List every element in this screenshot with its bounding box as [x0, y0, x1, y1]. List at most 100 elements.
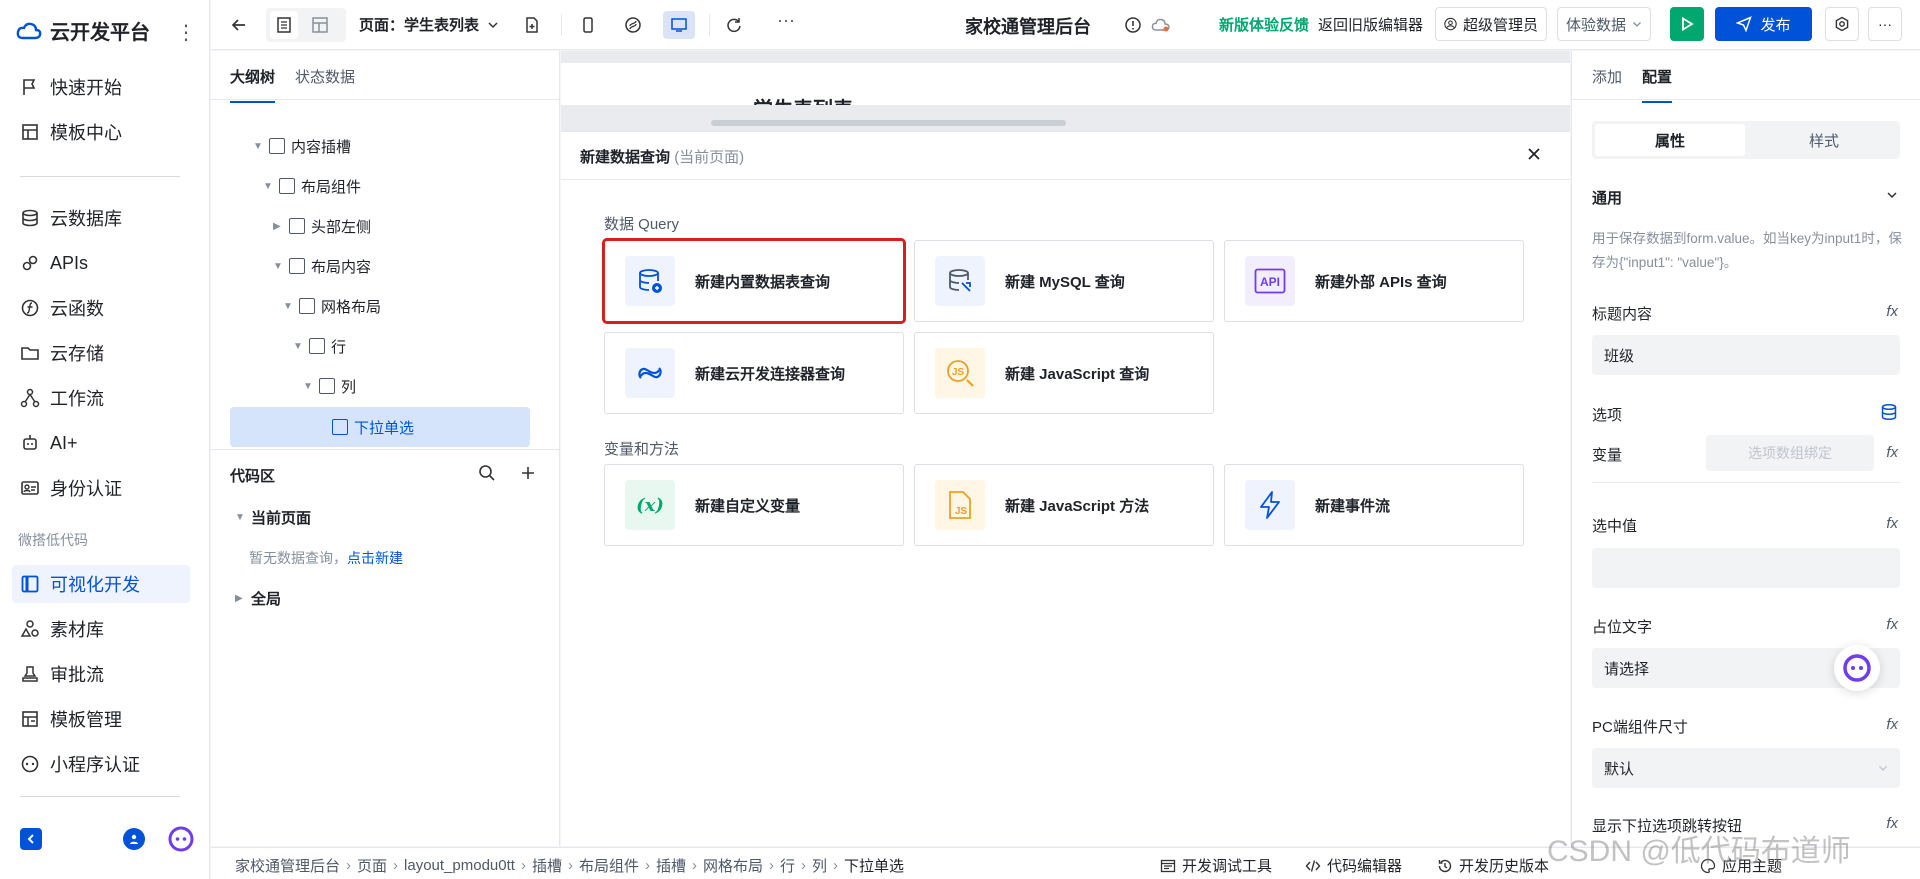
new-javascript-method-card[interactable]: JS 新建 JavaScript 方法 [914, 464, 1214, 546]
tree-node[interactable]: ▼ 列 [303, 371, 356, 401]
tree-node-selected[interactable]: 下拉单选 [230, 407, 530, 447]
svg-text:JS: JS [952, 367, 965, 378]
breadcrumb-item[interactable]: 插槽 [656, 855, 686, 876]
tree-node[interactable]: ▼ 内容插槽 [253, 131, 351, 161]
fx-icon[interactable]: fx [1886, 303, 1898, 320]
fx-icon[interactable]: fx [1886, 716, 1898, 733]
sidebar-item-assets[interactable]: 素材库 [12, 610, 190, 648]
tree-node[interactable]: ▼ 布局内容 [273, 251, 371, 281]
breadcrumb-item[interactable]: 列 [812, 855, 827, 876]
tree-node[interactable]: ▶ 头部左侧 [273, 211, 371, 241]
field-divider [1592, 482, 1900, 483]
search-icon[interactable] [478, 464, 496, 482]
breadcrumb-item[interactable]: 网格布局 [703, 855, 763, 876]
add-query-icon[interactable] [519, 464, 537, 482]
sidebar-item-approval[interactable]: 审批流 [12, 655, 190, 693]
new-page-icon[interactable] [518, 11, 546, 39]
tree-node[interactable]: ▼ 行 [293, 331, 346, 361]
breadcrumb-item[interactable]: 插槽 [532, 855, 562, 876]
section-variables-methods: 变量和方法 [604, 441, 680, 458]
new-connector-query-card[interactable]: 新建云开发连接器查询 [604, 332, 904, 414]
tab-config[interactable]: 配置 [1642, 66, 1673, 103]
sidebar-item-database[interactable]: 云数据库 [12, 199, 190, 237]
new-custom-variable-card[interactable]: (x) 新建自定义变量 [604, 464, 904, 546]
new-mysql-query-card[interactable]: 新建 MySQL 查询 [914, 240, 1214, 322]
fx-icon[interactable]: fx [1886, 815, 1898, 832]
sidebar-more-icon[interactable]: ⋮ [176, 20, 196, 45]
chevron-down-icon[interactable] [1886, 189, 1898, 201]
sidebar-item-miniprogram[interactable]: 小程序认证 [12, 745, 190, 783]
page-selector[interactable]: 页面：学生表列表 [359, 14, 499, 35]
panel-divider [211, 99, 560, 100]
collapse-sidebar-button[interactable] [20, 828, 42, 850]
breadcrumb-item[interactable]: layout_pmodu0tt [404, 857, 515, 874]
publish-button[interactable]: 发布 [1715, 7, 1812, 41]
desktop-preview-icon[interactable] [663, 11, 695, 39]
more-options-icon[interactable]: ··· [777, 10, 795, 31]
sidebar-item-functions[interactable]: 云函数 [12, 289, 190, 327]
global-group[interactable]: ▶ 全局 [235, 583, 281, 613]
close-icon[interactable] [1526, 146, 1542, 162]
sidebar-item-quickstart[interactable]: 快速开始 [12, 68, 190, 106]
back-arrow-icon[interactable] [225, 11, 253, 39]
pc-size-select[interactable]: 默认 [1592, 748, 1900, 788]
layout-view-icon[interactable] [306, 11, 334, 39]
mobile-preview-icon[interactable] [574, 11, 602, 39]
sidebar-item-apis[interactable]: APIs [12, 244, 190, 282]
breadcrumb-item[interactable]: 下拉单选 [844, 855, 904, 876]
fx-icon[interactable]: fx [1886, 515, 1898, 532]
history-icon [1438, 859, 1452, 872]
create-query-link[interactable]: 点击新建 [347, 550, 403, 566]
sidebar-item-templates[interactable]: 模板中心 [12, 113, 190, 151]
canvas-scrollbar[interactable] [711, 120, 1066, 126]
assistant-bot-button[interactable] [168, 826, 194, 852]
floating-assistant-button[interactable] [1834, 645, 1880, 691]
breadcrumb-item[interactable]: 布局组件 [579, 855, 639, 876]
info-icon[interactable] [1119, 11, 1147, 39]
current-page-group[interactable]: ▼ 当前页面 [235, 502, 311, 532]
user-avatar-button[interactable] [123, 828, 145, 850]
tab-state-data[interactable]: 状态数据 [295, 66, 355, 103]
new-builtin-table-query-card[interactable]: 新建内置数据表查询 [602, 238, 906, 324]
sidebar-item-template-manage[interactable]: 模板管理 [12, 700, 190, 738]
new-external-api-query-card[interactable]: API 新建外部 APIs 查询 [1224, 240, 1524, 322]
code-editor-button[interactable]: 代码编辑器 [1305, 855, 1402, 876]
dev-tools-button[interactable]: 开发调试工具 [1160, 855, 1272, 876]
refresh-icon[interactable] [720, 11, 748, 39]
title-content-input[interactable]: 班级 [1592, 335, 1900, 375]
tab-outline[interactable]: 大纲树 [230, 66, 276, 103]
settings-button[interactable] [1825, 7, 1859, 41]
sidebar-item-auth[interactable]: 身份认证 [12, 469, 190, 507]
breadcrumb-item[interactable]: 家校通管理后台 [235, 855, 340, 876]
sidebar-divider [20, 176, 180, 177]
sidebar-item-storage[interactable]: 云存储 [12, 334, 190, 372]
sidebar-item-visual-dev[interactable]: 可视化开发 [12, 565, 190, 603]
data-env-select[interactable]: 体验数据 [1557, 7, 1651, 41]
page-view-icon[interactable] [270, 11, 298, 39]
database-icon[interactable] [1880, 403, 1898, 421]
breadcrumb-item[interactable]: 行 [780, 855, 795, 876]
feedback-link[interactable]: 新版体验反馈 [1219, 14, 1309, 35]
user-menu-button[interactable]: 超级管理员 [1435, 7, 1547, 41]
brand-logo[interactable]: 云开发平台 [16, 16, 150, 45]
run-preview-button[interactable] [1670, 7, 1704, 41]
back-old-editor-link[interactable]: 返回旧版编辑器 [1318, 14, 1423, 35]
tab-add[interactable]: 添加 [1592, 66, 1622, 103]
new-javascript-query-card[interactable]: JS 新建 JavaScript 查询 [914, 332, 1214, 414]
fx-icon[interactable]: fx [1886, 444, 1898, 461]
segment-style[interactable]: 样式 [1749, 124, 1899, 156]
right-tabs: 添加 配置 [1592, 66, 1673, 103]
sidebar-item-workflow[interactable]: 工作流 [12, 379, 190, 417]
history-button[interactable]: 开发历史版本 [1437, 855, 1549, 876]
segment-properties[interactable]: 属性 [1595, 124, 1745, 156]
more-menu-button[interactable]: ··· [1868, 7, 1902, 41]
tree-node[interactable]: ▼ 网格布局 [283, 291, 381, 321]
fx-icon[interactable]: fx [1886, 616, 1898, 633]
miniprogram-preview-icon[interactable] [619, 11, 647, 39]
tree-node[interactable]: ▼ 布局组件 [263, 171, 361, 201]
sidebar-item-ai[interactable]: AI+ [12, 424, 190, 462]
breadcrumb-item[interactable]: 页面 [357, 855, 387, 876]
options-array-binding-input[interactable]: 选项数组绑定 [1706, 435, 1874, 471]
new-event-flow-card[interactable]: 新建事件流 [1224, 464, 1524, 546]
selected-value-input[interactable] [1592, 548, 1900, 588]
